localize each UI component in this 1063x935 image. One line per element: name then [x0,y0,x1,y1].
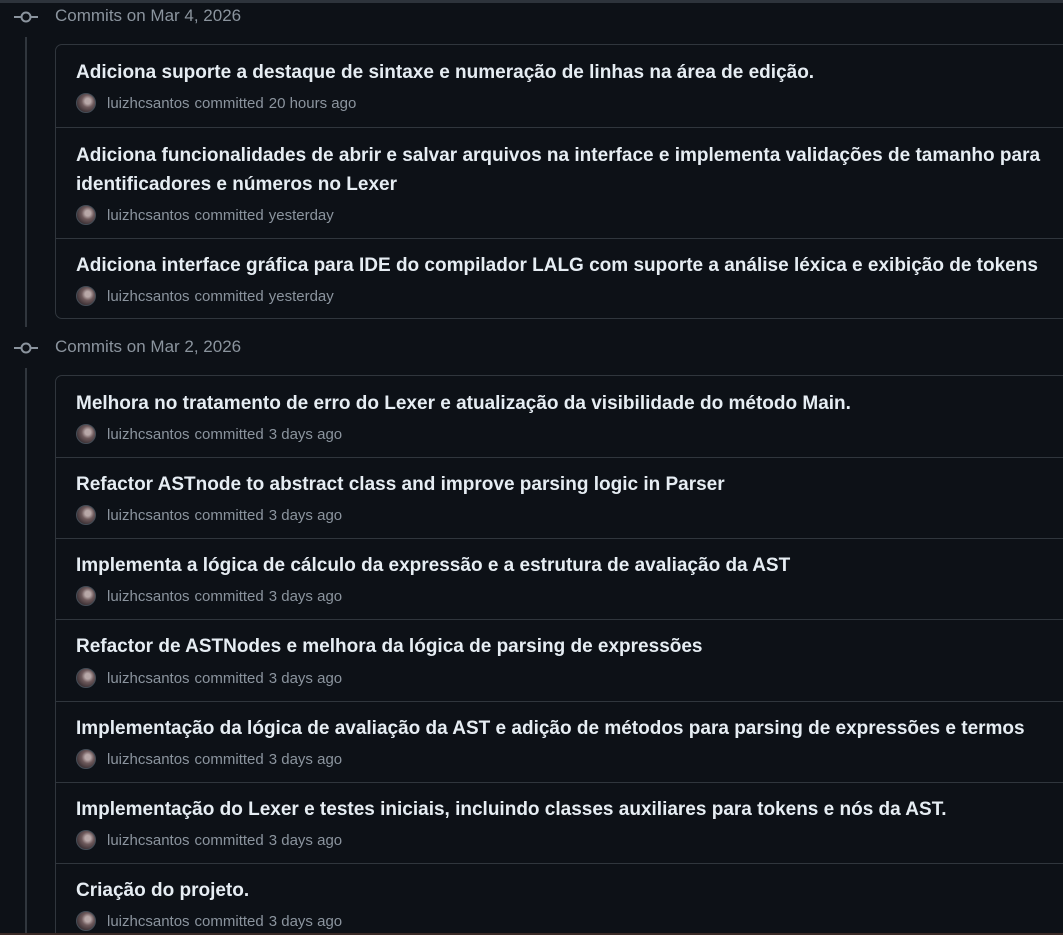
commit-verb: committed [194,506,264,524]
commit-message-link[interactable]: Implementação da lógica de avaliação da … [76,714,1063,743]
commit-group-list: Adiciona suporte a destaque de sintaxe e… [55,44,1063,319]
git-commit-icon [14,11,38,23]
timeline-line [25,368,27,935]
commit-author-link[interactable]: luizhcsantos [107,670,190,687]
commit-author-link[interactable]: luizhcsantos [107,95,190,112]
commit-author-link[interactable]: luizhcsantos [107,751,190,768]
commit-author-link[interactable]: luizhcsantos [107,288,190,305]
commit-group-title: Commits on Mar 2, 2026 [55,337,242,356]
commit-message-link[interactable]: Adiciona suporte a destaque de sintaxe e… [76,58,1063,87]
commit-time: yesterday [268,287,334,305]
commit-message-link[interactable]: Refactor ASTnode to abstract class and i… [76,470,1063,499]
commit-message-link[interactable]: Melhora no tratamento de erro do Lexer e… [76,389,1063,418]
commit-history-page: Commits on Mar 4, 2026 Adiciona suporte … [0,0,1063,935]
git-commit-icon [14,342,38,354]
avatar[interactable] [76,668,96,688]
commit-row[interactable]: Implementação da lógica de avaliação da … [56,701,1063,782]
commit-row[interactable]: Criação do projeto. luizhcsantos committ… [56,863,1063,935]
commit-verb: committed [194,669,264,687]
commit-message-link[interactable]: Implementação do Lexer e testes iniciais… [76,795,1063,824]
commit-row[interactable]: Implementação do Lexer e testes iniciais… [56,782,1063,863]
commit-message-link[interactable]: Adiciona interface gráfica para IDE do c… [76,251,1063,280]
commit-row[interactable]: Adiciona interface gráfica para IDE do c… [56,238,1063,319]
commit-time: 3 days ago [268,506,343,524]
commit-meta: luizhcsantos committed 3 days ago [76,668,342,688]
avatar[interactable] [76,749,96,769]
commit-time: yesterday [268,206,334,224]
commit-author-link[interactable]: luizhcsantos [107,426,190,443]
avatar[interactable] [76,205,96,225]
commit-verb: committed [194,206,264,224]
commit-verb: committed [194,831,264,849]
commit-time: 3 days ago [268,912,343,930]
commit-author-link[interactable]: luizhcsantos [107,207,190,224]
commit-meta: luizhcsantos committed 3 days ago [76,424,342,444]
commit-message-link[interactable]: Implementa a lógica de cálculo da expres… [76,551,1063,580]
commit-group-title: Commits on Mar 4, 2026 [55,6,242,25]
commit-verb: committed [194,287,264,305]
avatar[interactable] [76,505,96,525]
commit-row[interactable]: Refactor de ASTNodes e melhora da lógica… [56,619,1063,701]
commit-message-link[interactable]: Criação do projeto. [76,876,1063,905]
commit-message-link[interactable]: Adiciona funcionalidades de abrir e salv… [76,141,1063,199]
commit-author-link[interactable]: luizhcsantos [107,507,190,524]
commit-author-link[interactable]: luizhcsantos [107,588,190,605]
commit-meta: luizhcsantos committed 3 days ago [76,749,342,769]
commit-meta: luizhcsantos committed 3 days ago [76,911,342,931]
avatar[interactable] [76,911,96,931]
commit-meta: luizhcsantos committed yesterday [76,205,334,225]
commit-meta: luizhcsantos committed 20 hours ago [76,93,356,113]
commit-author-link[interactable]: luizhcsantos [107,913,190,930]
commit-meta: luizhcsantos committed 3 days ago [76,830,342,850]
commit-author-link[interactable]: luizhcsantos [107,832,190,849]
avatar[interactable] [76,424,96,444]
commit-verb: committed [194,750,264,768]
commit-meta: luizhcsantos committed 3 days ago [76,586,342,606]
commit-time: 20 hours ago [268,94,357,112]
commit-time: 3 days ago [268,669,343,687]
avatar[interactable] [76,586,96,606]
commit-row[interactable]: Melhora no tratamento de erro do Lexer e… [56,376,1063,457]
commit-meta: luizhcsantos committed 3 days ago [76,505,342,525]
avatar[interactable] [76,286,96,306]
commit-time: 3 days ago [268,587,343,605]
commit-row[interactable]: Implementa a lógica de cálculo da expres… [56,538,1063,619]
timeline-line [25,37,27,327]
commit-verb: committed [194,912,264,930]
avatar[interactable] [76,93,96,113]
commit-row[interactable]: Refactor ASTnode to abstract class and i… [56,457,1063,538]
commit-meta: luizhcsantos committed yesterday [76,286,334,306]
commit-verb: committed [194,94,264,112]
commit-verb: committed [194,425,264,443]
commit-verb: committed [194,587,264,605]
top-divider [0,0,1063,3]
commit-time: 3 days ago [268,425,343,443]
commit-time: 3 days ago [268,750,343,768]
commit-time: 3 days ago [268,831,343,849]
commit-message-link[interactable]: Refactor de ASTNodes e melhora da lógica… [76,632,1063,661]
commit-row[interactable]: Adiciona suporte a destaque de sintaxe e… [56,45,1063,127]
commit-row[interactable]: Adiciona funcionalidades de abrir e salv… [56,127,1063,238]
commit-group-list: Melhora no tratamento de erro do Lexer e… [55,375,1063,935]
avatar[interactable] [76,830,96,850]
